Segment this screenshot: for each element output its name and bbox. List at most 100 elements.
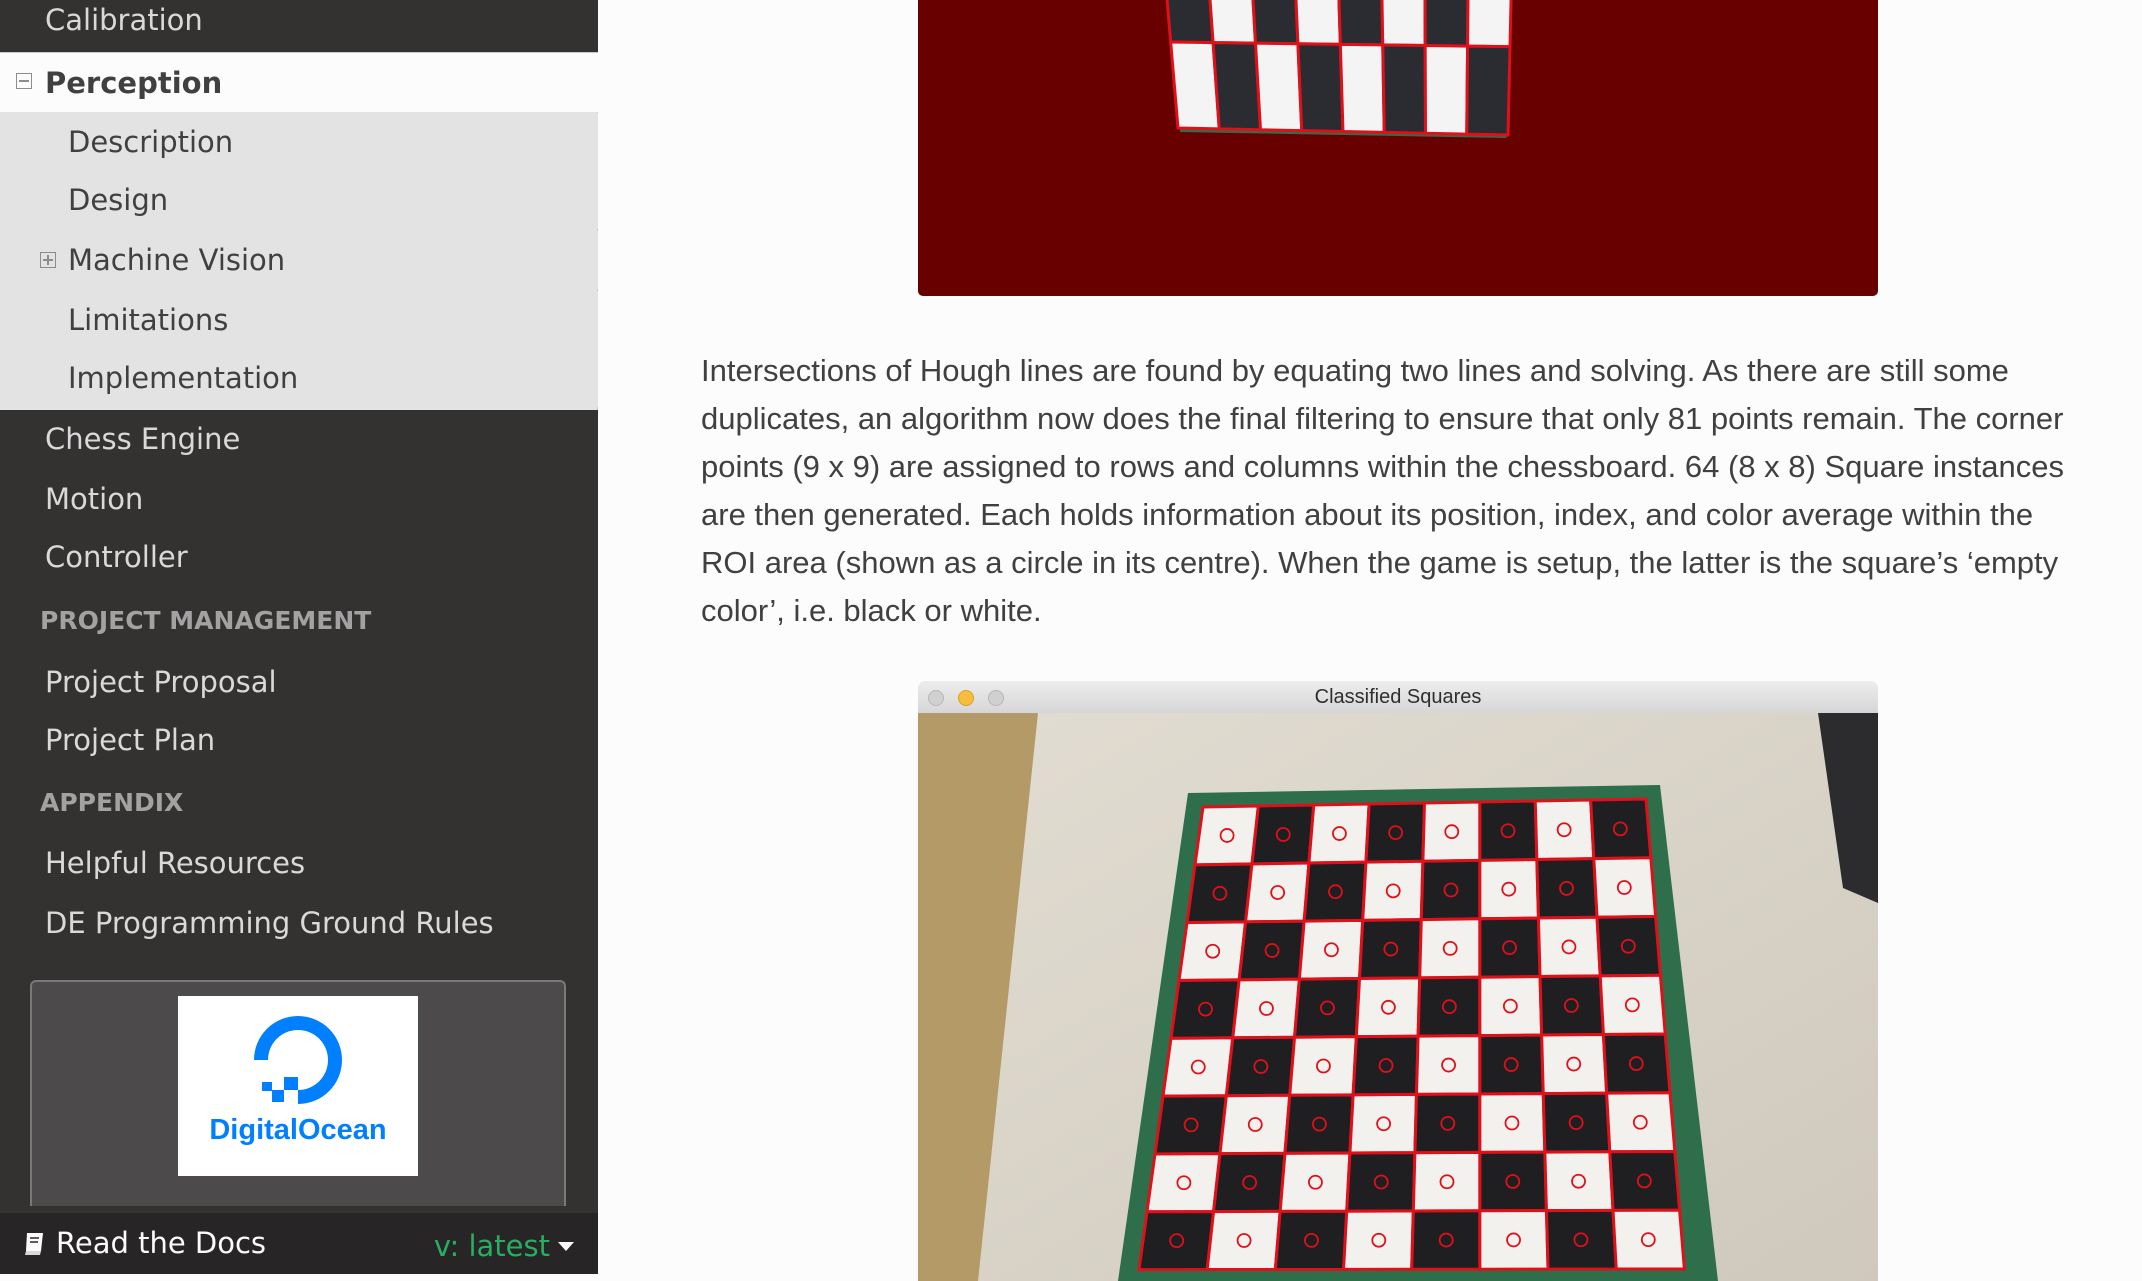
board-square	[1478, 1209, 1550, 1271]
nav-item-label: Perception	[45, 66, 223, 100]
nav-item-machine-vision[interactable]: Machine Vision	[0, 231, 598, 289]
board-square	[1592, 856, 1658, 919]
board-square	[1337, 0, 1385, 47]
board-square	[1595, 914, 1663, 978]
board-square	[1278, 1151, 1352, 1213]
nav-item-label: Limitations	[68, 303, 229, 337]
board-square	[1419, 858, 1482, 922]
board-square	[1466, 0, 1513, 49]
board-square	[1218, 1093, 1292, 1156]
board-square	[1211, 1151, 1287, 1214]
board-square	[1205, 1209, 1282, 1272]
expand-icon[interactable]	[40, 252, 56, 268]
board-square	[1302, 860, 1368, 923]
board-square	[1351, 1034, 1420, 1097]
book-icon	[25, 1232, 43, 1255]
nav-item-limitations[interactable]: Limitations	[0, 291, 598, 349]
board-square	[1478, 975, 1544, 1038]
board-square	[1345, 1151, 1417, 1213]
board-square	[1357, 918, 1423, 981]
board-square	[1601, 1032, 1672, 1095]
board-square	[1478, 1150, 1548, 1213]
nav-item-perception[interactable]: Perception	[0, 52, 598, 113]
nav-item-de-programming-ground-rules[interactable]: DE Programming Ground Rules	[0, 894, 598, 952]
board-square	[1288, 1035, 1358, 1097]
nav-item-calibration[interactable]: Calibration	[0, 0, 598, 49]
board-square	[1253, 41, 1304, 133]
nav-item-label: Controller	[45, 540, 188, 574]
board-square	[1307, 802, 1371, 865]
caption-appendix: APPENDIX	[40, 788, 184, 817]
board-square	[1611, 1208, 1687, 1271]
board-square	[1137, 1210, 1216, 1272]
nav-item-controller[interactable]: Controller	[0, 528, 598, 586]
board-square	[1414, 1034, 1482, 1096]
board-square	[1185, 862, 1254, 925]
figure-detected-board	[918, 0, 1878, 296]
sponsor-box: DigitalOcean	[30, 980, 566, 1206]
board-square	[1153, 1094, 1229, 1156]
nav-item-label: Chess Engine	[45, 422, 241, 456]
board-square	[1411, 1150, 1482, 1213]
sidebar-nav: Calibration Perception Description Desig…	[0, 0, 598, 1274]
nav-item-label: DE Programming Ground Rules	[45, 906, 494, 940]
nav-item-project-plan[interactable]: Project Plan	[0, 711, 598, 769]
nav-item-project-proposal[interactable]: Project Proposal	[0, 653, 598, 711]
main-content: Intersections of Hough lines are found b…	[598, 0, 2142, 1281]
nav-item-implementation[interactable]: Implementation	[0, 349, 598, 407]
board-square	[1380, 0, 1427, 48]
board-square	[1361, 859, 1425, 922]
rtd-versions-bar[interactable]: Read the Docs v: latest	[0, 1213, 598, 1274]
board-square	[1161, 1036, 1235, 1098]
board-square	[1354, 976, 1422, 1039]
rtd-version[interactable]: v: latest	[434, 1216, 550, 1274]
nav-item-description[interactable]: Description	[0, 113, 598, 171]
detected-board-image	[1165, 0, 1513, 138]
nav-item-chess-engine[interactable]: Chess Engine	[0, 410, 598, 468]
board-square	[1544, 1208, 1618, 1271]
board-square	[1423, 43, 1470, 136]
classified-squares-image	[918, 713, 1878, 1281]
board-square	[1543, 1150, 1615, 1213]
nav-item-label: Project Plan	[45, 723, 216, 757]
board-square	[1338, 42, 1386, 134]
nav-item-motion[interactable]: Motion	[0, 470, 598, 528]
sponsor-logo-link[interactable]: DigitalOcean	[178, 996, 418, 1176]
nav-item-label: Project Proposal	[45, 665, 277, 699]
board-square	[1533, 798, 1596, 862]
board-square	[1410, 1209, 1482, 1271]
board-square	[1478, 1092, 1547, 1154]
board-square	[1478, 799, 1539, 862]
board-square	[1348, 1092, 1419, 1155]
board-square	[1478, 1033, 1545, 1096]
board-square	[1538, 974, 1606, 1037]
board-square	[1250, 803, 1316, 866]
board-square	[1364, 801, 1427, 864]
board-square	[1169, 978, 1241, 1040]
board-square	[1421, 800, 1482, 863]
board-square	[1341, 1209, 1415, 1271]
collapse-icon[interactable]	[16, 73, 32, 89]
board-square	[1535, 857, 1599, 920]
board-square	[1224, 1035, 1297, 1098]
board-square	[1296, 42, 1345, 134]
board-square	[1211, 41, 1263, 132]
board-square	[1598, 973, 1667, 1037]
board-square	[1465, 44, 1512, 137]
board-square	[1423, 0, 1470, 48]
board-square	[1231, 977, 1301, 1040]
body-paragraph: Intersections of Hough lines are found b…	[701, 353, 2065, 628]
board-square	[1541, 1091, 1612, 1154]
board-square	[1294, 0, 1342, 46]
board-square	[1478, 857, 1540, 921]
caption-project-management: PROJECT MANAGEMENT	[40, 606, 372, 635]
nav-item-label: Implementation	[68, 361, 299, 395]
nav-item-design[interactable]: Design	[0, 171, 598, 229]
board-square	[1413, 1092, 1482, 1155]
board-square	[1297, 918, 1365, 981]
nav-item-label: Calibration	[45, 3, 203, 37]
board-square	[1292, 976, 1362, 1039]
board-square	[1145, 1152, 1222, 1214]
board-square	[1605, 1091, 1677, 1154]
nav-item-helpful-resources[interactable]: Helpful Resources	[0, 834, 598, 892]
